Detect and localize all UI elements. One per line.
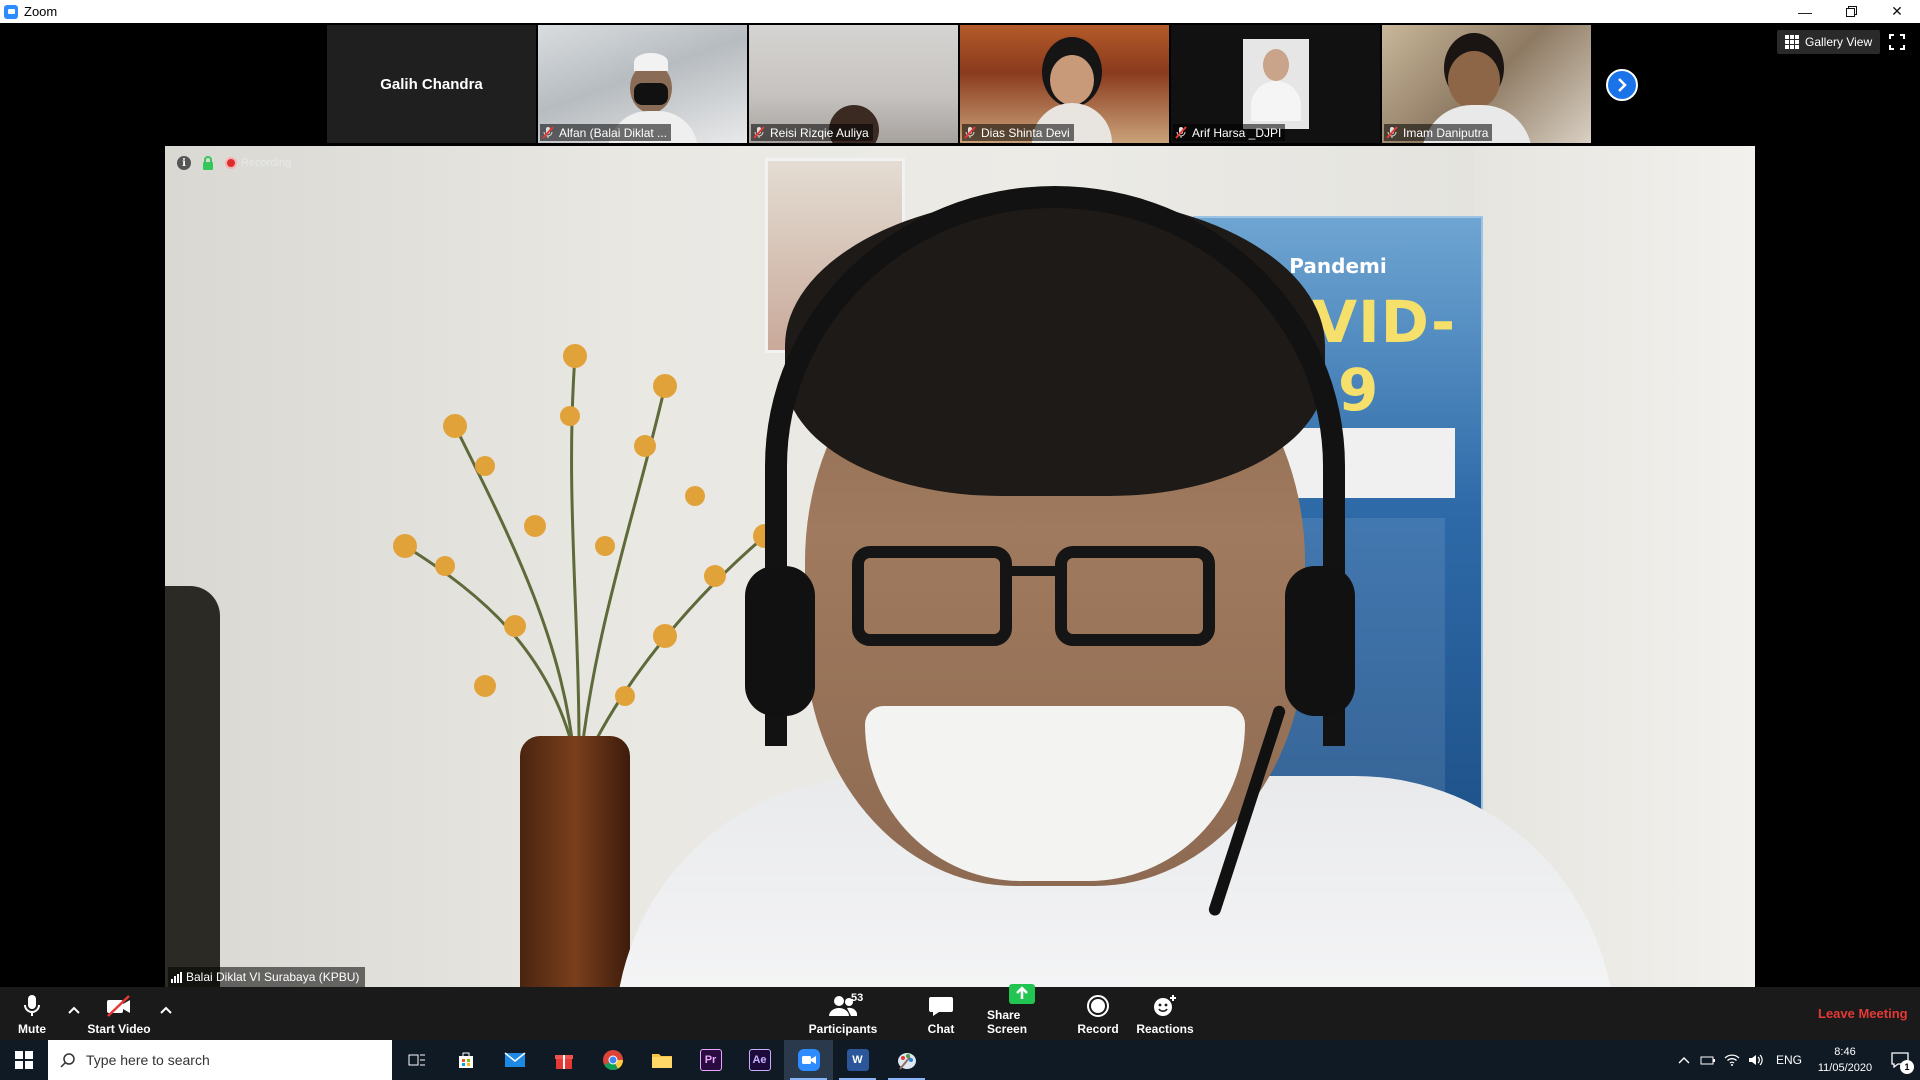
- vase: [520, 736, 630, 987]
- recording-indicator: Recording: [225, 157, 291, 169]
- paint-icon[interactable]: [882, 1040, 931, 1080]
- meeting-toolbar: Mute Start Video 53 Participants Chat Sh…: [0, 984, 1920, 1040]
- wifi-icon[interactable]: [1720, 1040, 1744, 1080]
- active-speaker-video: Pandemi COVID-19 i Recording: [165, 146, 1755, 987]
- participant-name: Galih Chandra: [380, 75, 483, 93]
- notifications-button[interactable]: 1: [1880, 1040, 1920, 1080]
- participant-tile[interactable]: Imam Daniputra: [1382, 25, 1591, 143]
- premiere-icon[interactable]: Pr: [686, 1040, 735, 1080]
- chat-icon: [929, 997, 953, 1016]
- after-effects-icon[interactable]: Ae: [735, 1040, 784, 1080]
- clock[interactable]: 8:46 11/05/2020: [1810, 1044, 1880, 1076]
- meeting-status: i Recording: [177, 156, 291, 170]
- chrome-icon[interactable]: [588, 1040, 637, 1080]
- signal-strength-icon: [171, 971, 182, 983]
- participant-count: 53: [851, 992, 864, 1004]
- video-off-icon: [107, 995, 130, 1017]
- next-page-button[interactable]: [1606, 69, 1638, 101]
- fullscreen-icon[interactable]: [1889, 34, 1905, 50]
- task-view-icon[interactable]: [392, 1040, 441, 1080]
- system-tray: ENG 8:46 11/05/2020 1: [1672, 1040, 1920, 1080]
- grid-icon: [1785, 35, 1799, 49]
- participant-tile[interactable]: Galih Chandra: [327, 25, 536, 143]
- share-screen-button[interactable]: Share Screen: [987, 984, 1057, 1040]
- share-screen-icon: [1009, 984, 1035, 1004]
- record-dot-icon: [225, 157, 237, 169]
- volume-icon[interactable]: [1744, 1040, 1768, 1080]
- window-controls: — ✕: [1782, 0, 1920, 23]
- start-video-button[interactable]: Start Video: [86, 987, 152, 1040]
- windows-logo-icon: [15, 1051, 33, 1069]
- participant-tile[interactable]: Alfan (Balai Diklat ...: [538, 25, 747, 143]
- mic-muted-icon: [1175, 126, 1187, 139]
- record-icon: [1087, 995, 1109, 1017]
- word-icon[interactable]: W: [833, 1040, 882, 1080]
- close-icon[interactable]: ✕: [1874, 0, 1920, 23]
- participant-label: Arif Harsa _DJPI: [1173, 124, 1286, 141]
- mail-icon[interactable]: [490, 1040, 539, 1080]
- mic-muted-icon: [753, 126, 765, 139]
- info-icon[interactable]: i: [177, 156, 191, 170]
- speaker-name-label: Balai Diklat VI Surabaya (KPBU): [168, 967, 366, 987]
- reactions-button[interactable]: Reactions: [1136, 987, 1194, 1040]
- participant-label: Imam Daniputra: [1384, 124, 1493, 141]
- microphone-icon: [24, 995, 40, 1016]
- start-button[interactable]: [0, 1040, 48, 1080]
- participants-button[interactable]: 53 Participants: [808, 987, 878, 1040]
- zoom-logo-icon: [4, 4, 18, 19]
- battery-icon[interactable]: [1696, 1040, 1720, 1080]
- mic-muted-icon: [1386, 126, 1398, 139]
- chevron-up-icon[interactable]: [159, 1003, 173, 1017]
- gallery-view-button[interactable]: Gallery View: [1777, 30, 1881, 54]
- search-icon: [60, 1053, 75, 1068]
- taskbar-search-input[interactable]: Type here to search: [48, 1040, 392, 1080]
- mute-button[interactable]: Mute: [12, 987, 52, 1040]
- participant-strip: Galih Chandra Alfan (Balai Diklat ... Re…: [327, 25, 1591, 143]
- participant-label: Reisi Rizqie Auliya: [751, 124, 873, 141]
- mic-muted-icon: [964, 126, 976, 139]
- chat-button[interactable]: Chat: [925, 987, 957, 1040]
- zoom-window: Zoom — ✕ Galih Chandra Alfan (Balai Dikl…: [0, 0, 1920, 1080]
- gift-icon[interactable]: [539, 1040, 588, 1080]
- zoom-taskbar-icon[interactable]: [784, 1040, 833, 1080]
- mic-muted-icon: [542, 126, 554, 139]
- chevron-up-icon[interactable]: [67, 1003, 81, 1017]
- participant-tile[interactable]: Reisi Rizqie Auliya: [749, 25, 958, 143]
- leave-meeting-button[interactable]: Leave Meeting: [1818, 1006, 1908, 1021]
- language-indicator[interactable]: ENG: [1768, 1053, 1810, 1067]
- participant-tile[interactable]: Arif Harsa _DJPI: [1171, 25, 1380, 143]
- flower-plant: [393, 344, 777, 767]
- windows-taskbar: Type here to search Pr Ae W ENG 8:46 11/…: [0, 1040, 1920, 1080]
- window-title: Zoom: [24, 4, 58, 19]
- record-button[interactable]: Record: [1077, 987, 1119, 1040]
- lock-icon[interactable]: [201, 156, 215, 170]
- emoji-icon: [1154, 995, 1176, 1016]
- participant-tile[interactable]: Dias Shinta Devi: [960, 25, 1169, 143]
- minimize-icon[interactable]: —: [1782, 0, 1828, 23]
- title-bar: Zoom — ✕: [0, 0, 1920, 23]
- chevron-up-icon[interactable]: [1672, 1040, 1696, 1080]
- file-explorer-icon[interactable]: [637, 1040, 686, 1080]
- store-icon[interactable]: [441, 1040, 490, 1080]
- participant-label: Dias Shinta Devi: [962, 124, 1074, 141]
- participant-label: Alfan (Balai Diklat ...: [540, 124, 672, 141]
- restore-icon[interactable]: [1828, 0, 1874, 23]
- chevron-right-icon: [1618, 78, 1627, 92]
